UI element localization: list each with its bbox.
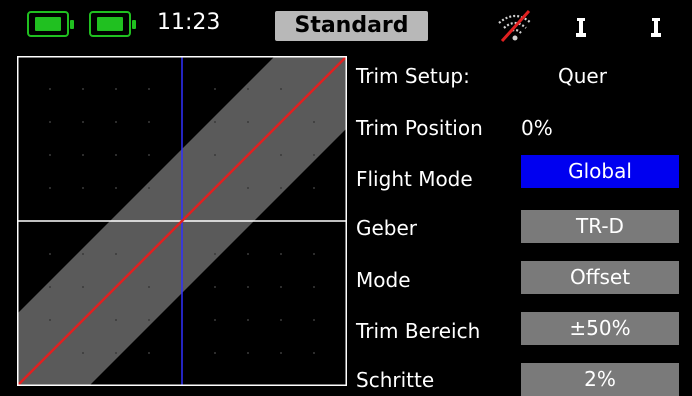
wifi-off-icon (498, 9, 532, 43)
battery-icon (27, 11, 74, 37)
battery-icon (89, 11, 136, 37)
mode-button[interactable]: Offset (521, 261, 679, 294)
battery-fill (35, 17, 61, 31)
battery-tip (70, 20, 74, 29)
flight-mode-label: Flight Mode (356, 167, 473, 191)
trim-position-value: 0% (521, 116, 553, 140)
trim-bereich-button[interactable]: ±50% (521, 312, 679, 345)
geber-label: Geber (356, 216, 418, 240)
switch-icon (576, 18, 586, 37)
geber-button[interactable]: TR-D (521, 210, 679, 243)
schritte-label: Schritte (356, 368, 435, 392)
trim-bereich-label: Trim Bereich (356, 319, 481, 343)
flight-mode-button[interactable]: Global (521, 155, 679, 188)
trim-curve-graph (17, 56, 347, 386)
battery-fill (97, 17, 123, 31)
battery-tip (132, 20, 136, 29)
mode-label: Mode (356, 268, 411, 292)
trim-position-label: Trim Position (356, 116, 483, 140)
switch-icon (651, 18, 661, 37)
clock-time: 11:23 (157, 10, 221, 35)
trim-setup-label: Trim Setup: (356, 64, 470, 88)
trim-setup-value: Quer (558, 64, 607, 88)
model-name-button[interactable]: Standard (275, 11, 428, 41)
schritte-button[interactable]: 2% (521, 363, 679, 396)
